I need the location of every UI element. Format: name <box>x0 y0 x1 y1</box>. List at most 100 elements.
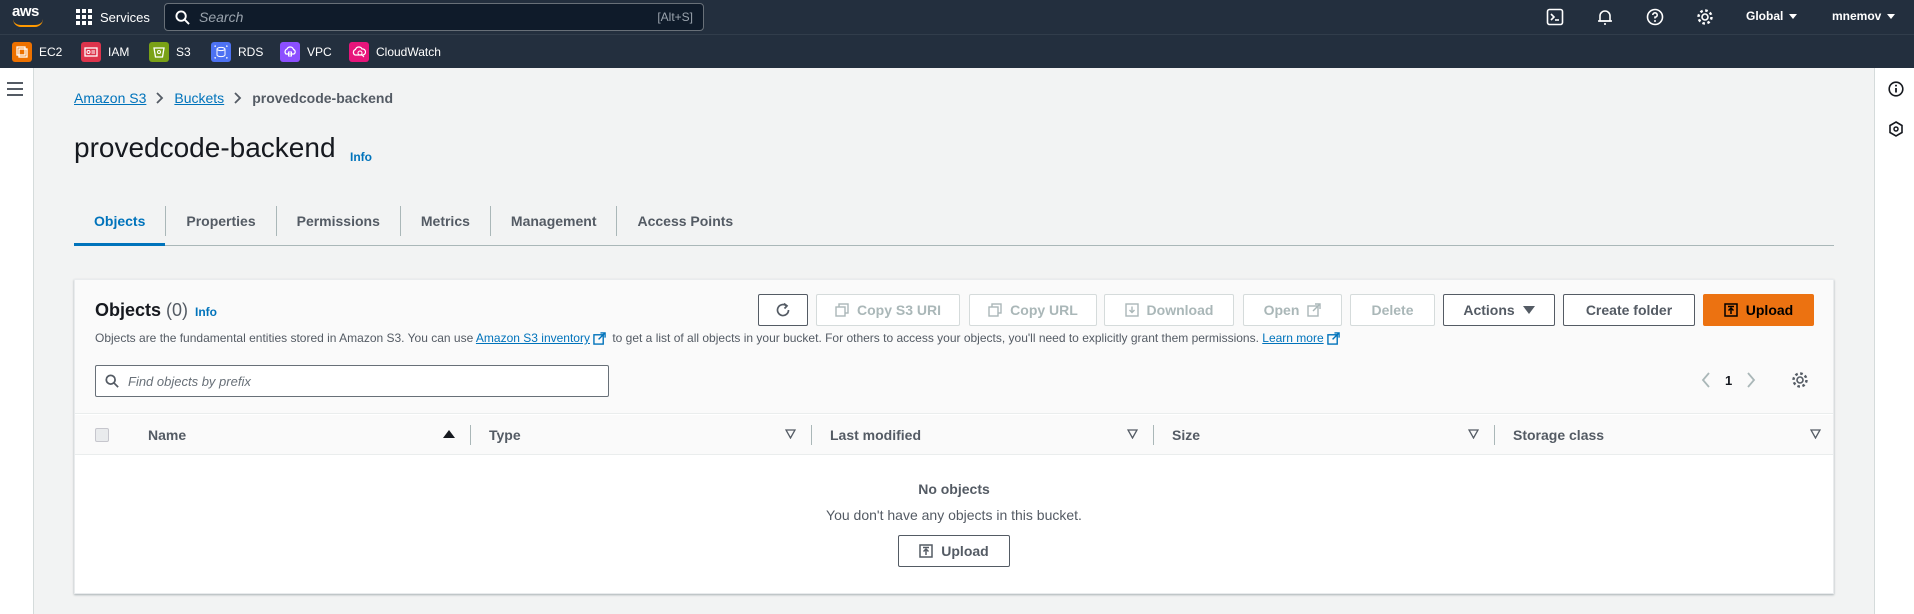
tab-objects[interactable]: Objects <box>74 198 166 246</box>
prefix-search-input[interactable] <box>128 372 588 390</box>
chevron-down-icon <box>1789 14 1798 20</box>
global-search-input[interactable] <box>199 8 619 26</box>
page-title: provedcode-backend <box>74 132 336 163</box>
empty-state-description: You don't have any objects in this bucke… <box>826 507 1082 523</box>
desc-text-1: Objects are the fundamental entities sto… <box>95 331 474 345</box>
prefix-search[interactable] <box>95 365 609 397</box>
download-label: Download <box>1146 302 1214 318</box>
breadcrumb-amazon-s3[interactable]: Amazon S3 <box>74 90 146 106</box>
tab-access-points[interactable]: Access Points <box>617 198 753 244</box>
objects-heading: Objects (0) <box>95 300 188 321</box>
objects-count: (0) <box>166 300 189 320</box>
favorite-vpc[interactable]: VPC <box>280 42 332 62</box>
objects-description: Objects are the fundamental entities sto… <box>95 331 1343 346</box>
tab-properties[interactable]: Properties <box>166 198 275 244</box>
bucket-tabs: Objects Properties Permissions Metrics M… <box>74 198 1834 246</box>
create-folder-button[interactable]: Create folder <box>1563 294 1695 326</box>
top-navigation: aws Services [Alt+S] Global mnemov <box>0 0 1914 34</box>
breadcrumb: Amazon S3 Buckets provedcode-backend <box>74 90 393 106</box>
cloudshell-icon[interactable] <box>1545 7 1565 27</box>
aws-logo[interactable]: aws <box>12 4 46 30</box>
chevron-right-icon[interactable] <box>1746 372 1756 388</box>
hamburger-menu-icon[interactable] <box>7 82 23 100</box>
favorite-label: IAM <box>108 45 130 59</box>
upload-icon <box>919 544 934 558</box>
region-label: Global <box>1746 9 1784 23</box>
global-search[interactable]: [Alt+S] <box>164 3 704 31</box>
copy-url-button[interactable]: Copy URL <box>969 294 1097 326</box>
rds-service-icon <box>211 42 231 62</box>
favorite-s3[interactable]: S3 <box>149 42 191 62</box>
open-button[interactable]: Open <box>1243 294 1342 326</box>
cloudwatch-service-icon <box>349 42 369 62</box>
actions-dropdown-button[interactable]: Actions <box>1443 294 1555 326</box>
objects-info-link[interactable]: Info <box>195 305 217 319</box>
column-divider <box>470 425 471 445</box>
column-type[interactable]: Type <box>489 415 521 455</box>
tab-management[interactable]: Management <box>491 198 617 244</box>
column-storage-class[interactable]: Storage class <box>1513 415 1604 455</box>
column-size[interactable]: Size <box>1172 415 1200 455</box>
copy-s3-uri-button[interactable]: Copy S3 URI <box>816 294 960 326</box>
chevron-left-icon[interactable] <box>1701 372 1711 388</box>
favorite-cloudwatch[interactable]: CloudWatch <box>349 42 441 62</box>
empty-state-upload-button[interactable]: Upload <box>898 535 1010 567</box>
table-preferences-gear-icon[interactable] <box>1791 371 1809 392</box>
region-selector[interactable]: Global <box>1746 9 1798 23</box>
column-divider <box>1494 425 1495 445</box>
external-link-icon <box>1326 332 1340 346</box>
tab-metrics[interactable]: Metrics <box>401 198 490 244</box>
sort-caret-icon[interactable] <box>785 429 796 439</box>
external-link-icon <box>1307 303 1322 317</box>
empty-upload-label: Upload <box>941 543 989 559</box>
s3-service-icon <box>149 42 169 62</box>
notifications-bell-icon[interactable] <box>1595 7 1615 27</box>
search-shortcut-hint: [Alt+S] <box>657 10 693 24</box>
objects-panel: Objects (0) Info Objects are the fundame… <box>74 279 1834 594</box>
copy-icon <box>988 303 1002 317</box>
grid-icon <box>76 9 92 25</box>
chevron-right-icon <box>146 92 174 104</box>
refresh-button[interactable] <box>758 294 808 326</box>
actions-label: Actions <box>1463 302 1515 318</box>
favorite-label: CloudWatch <box>376 45 441 59</box>
help-panel-icon[interactable] <box>1888 121 1904 137</box>
s3-inventory-link[interactable]: Amazon S3 inventory <box>476 331 590 345</box>
breadcrumb-current: provedcode-backend <box>252 90 394 106</box>
vpc-service-icon <box>280 42 300 62</box>
page-info-link[interactable]: Info <box>350 150 372 164</box>
delete-button[interactable]: Delete <box>1350 294 1435 326</box>
column-last-modified[interactable]: Last modified <box>830 415 921 455</box>
upload-button[interactable]: Upload <box>1703 294 1814 326</box>
info-panel-icon[interactable] <box>1888 81 1904 97</box>
tab-permissions[interactable]: Permissions <box>277 198 400 244</box>
services-menu-button[interactable]: Services <box>76 6 150 28</box>
favorite-rds[interactable]: RDS <box>211 42 263 62</box>
settings-gear-icon[interactable] <box>1695 7 1715 27</box>
right-tools-rail <box>1874 68 1914 614</box>
account-menu[interactable]: mnemov <box>1832 9 1896 23</box>
page-number[interactable]: 1 <box>1725 373 1732 388</box>
sort-caret-icon[interactable] <box>1468 429 1479 439</box>
breadcrumb-buckets[interactable]: Buckets <box>174 90 224 106</box>
favorite-label: S3 <box>176 45 191 59</box>
learn-more-link[interactable]: Learn more <box>1262 331 1323 345</box>
favorite-label: VPC <box>307 45 332 59</box>
favorite-label: EC2 <box>39 45 63 59</box>
column-name[interactable]: Name <box>148 415 186 455</box>
favorites-bar: EC2 IAM S3 RDS VPC CloudWatch <box>0 34 1914 68</box>
caret-down-icon <box>1522 305 1535 315</box>
create-folder-label: Create folder <box>1585 302 1673 318</box>
download-button[interactable]: Download <box>1104 294 1234 326</box>
delete-label: Delete <box>1371 302 1414 318</box>
favorite-ec2[interactable]: EC2 <box>12 42 62 62</box>
copy-s3-uri-label: Copy S3 URI <box>856 302 941 318</box>
sort-ascending-icon[interactable] <box>443 429 455 439</box>
help-icon[interactable] <box>1645 7 1665 27</box>
favorite-iam[interactable]: IAM <box>81 42 129 62</box>
select-all-checkbox[interactable] <box>95 428 109 442</box>
sort-caret-icon[interactable] <box>1810 429 1821 439</box>
external-link-icon <box>593 332 606 346</box>
download-icon <box>1124 303 1139 317</box>
sort-caret-icon[interactable] <box>1127 429 1138 439</box>
